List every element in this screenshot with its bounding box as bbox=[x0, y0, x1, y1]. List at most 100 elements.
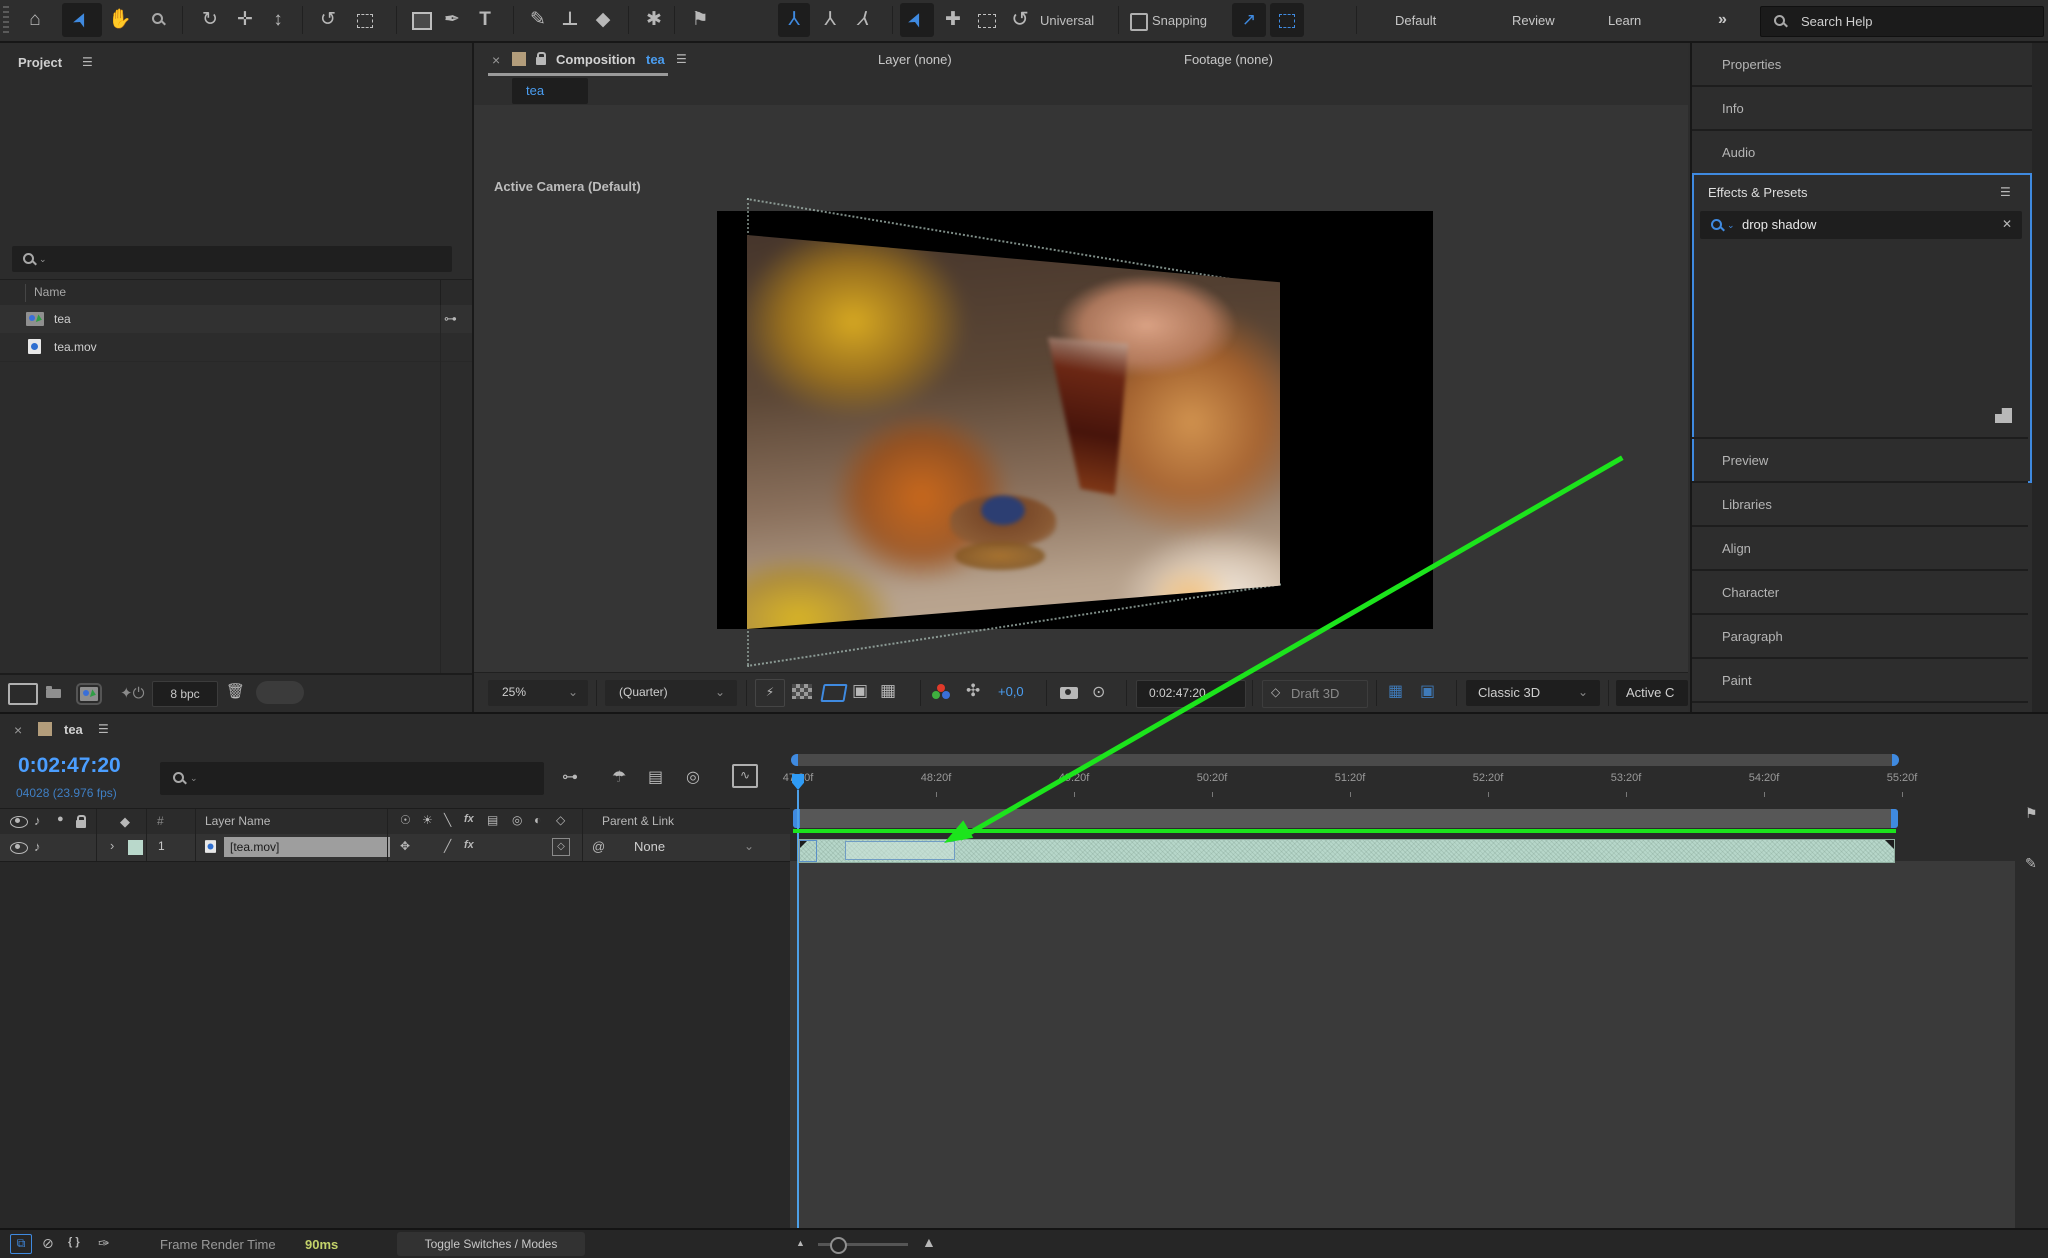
dolly-camera-tool[interactable]: ↕ bbox=[258, 3, 298, 37]
motion-blur-icon[interactable]: ◎ bbox=[686, 767, 700, 787]
time-navigator[interactable] bbox=[791, 754, 1899, 766]
timeline-zoom-out-icon[interactable]: ▲ bbox=[796, 1238, 805, 1248]
snap-bounds-toggle[interactable] bbox=[1270, 3, 1304, 37]
navigator-start-handle[interactable] bbox=[791, 754, 798, 766]
type-tool[interactable]: T bbox=[465, 3, 505, 37]
flowchart-icon[interactable]: ⊶ bbox=[444, 311, 457, 327]
work-area-end-handle[interactable] bbox=[1891, 809, 1898, 828]
frame-blend-column-icon[interactable]: ▤ bbox=[487, 813, 498, 827]
draft-3d-button[interactable]: ◇ Draft 3D bbox=[1262, 680, 1368, 708]
project-search-input[interactable]: ⌄ bbox=[12, 246, 452, 272]
world-axis-mode[interactable]: ⅄ bbox=[814, 3, 846, 37]
tab-paint[interactable]: Paint bbox=[1692, 659, 2028, 703]
fast-previews-button[interactable]: ⚡ bbox=[755, 679, 785, 707]
magnification-select[interactable]: 25% ⌄ bbox=[488, 680, 588, 706]
tab-preview[interactable]: Preview bbox=[1692, 437, 2028, 483]
effects-column-icon[interactable]: ╲ bbox=[444, 813, 451, 827]
eraser-tool[interactable]: ◆ bbox=[583, 3, 623, 37]
layer-audio-toggle[interactable]: ♪ bbox=[34, 839, 41, 854]
unlock-icon[interactable] bbox=[536, 57, 546, 65]
layer-name-column-header[interactable]: Layer Name bbox=[205, 814, 270, 828]
expand-layer-switches-icon[interactable]: ⧉ bbox=[10, 1234, 32, 1254]
time-ruler[interactable]: 47:20f 48:20f 49:20f 50:20f 51:20f 52:20… bbox=[790, 772, 2015, 806]
parent-pickwhip-icon[interactable]: @ bbox=[592, 839, 605, 854]
universal-rotate-tool[interactable]: ↺ bbox=[1003, 3, 1037, 37]
toolbar-grip[interactable] bbox=[3, 6, 9, 34]
local-axis-mode[interactable]: ⅄ bbox=[778, 3, 810, 37]
orbit-tool[interactable]: ↻ bbox=[190, 3, 230, 37]
new-folder-icon[interactable] bbox=[46, 689, 61, 698]
graph-editor-icon[interactable]: ∿ bbox=[732, 764, 758, 788]
frame-blending-icon[interactable]: ▤ bbox=[648, 767, 663, 787]
layer-panel-tab[interactable]: Layer (none) bbox=[878, 52, 952, 67]
region-of-interest-icon[interactable] bbox=[820, 684, 847, 702]
universal-scale-tool[interactable] bbox=[970, 3, 1004, 37]
tab-info[interactable]: Info bbox=[1692, 87, 2032, 131]
comp-tab-label[interactable]: Composition bbox=[556, 52, 635, 67]
video-column-icon[interactable] bbox=[10, 816, 28, 828]
effects-search-clear-icon[interactable]: ✕ bbox=[2002, 217, 2012, 231]
comp-button-icon[interactable]: ✎ bbox=[2025, 855, 2037, 872]
transparency-grid-icon[interactable] bbox=[792, 684, 812, 699]
hand-tool[interactable]: ✋ bbox=[100, 3, 140, 37]
snap-to-feature-toggle[interactable]: ↗ bbox=[1232, 3, 1266, 37]
audio-column-icon[interactable]: ♪ bbox=[34, 813, 41, 828]
puppet-tool[interactable]: ✱ bbox=[634, 3, 674, 37]
comp-mini-flowchart-icon[interactable]: ⊶ bbox=[562, 767, 578, 787]
motion-blur-column-icon[interactable]: ◎ bbox=[512, 813, 522, 827]
comp-tab-name[interactable]: tea bbox=[646, 52, 665, 67]
view-layout-icon[interactable]: ▦ bbox=[1388, 681, 1403, 701]
take-snapshot-icon[interactable] bbox=[1060, 687, 1078, 699]
layer-row[interactable]: ♪ › 1 [tea.mov] ✥ ╱ fx ◇ @ None ⌄ bbox=[0, 834, 790, 862]
workspace-tab-learn[interactable]: Learn bbox=[1608, 13, 1641, 28]
motion-tracker-tool[interactable]: ⚑ bbox=[680, 3, 720, 37]
video-layer[interactable] bbox=[747, 235, 1280, 629]
timeline-zoom-in-icon[interactable]: ▲ bbox=[922, 1234, 936, 1250]
layer-anchor-switch[interactable]: ✥ bbox=[400, 839, 410, 853]
exposure-icon[interactable]: ✣ bbox=[966, 681, 980, 701]
timeline-search-input[interactable]: ⌄ bbox=[160, 762, 544, 795]
home-tool[interactable]: ⌂ bbox=[15, 3, 55, 37]
effects-search-input[interactable]: ⌄ drop shadow ✕ bbox=[1700, 211, 2022, 239]
lock-column-icon[interactable] bbox=[76, 820, 86, 828]
comp-marker-bin-icon[interactable]: ⚑ bbox=[2025, 805, 2038, 822]
layer-expand-icon[interactable]: › bbox=[110, 838, 114, 853]
timeline-tab-close-icon[interactable]: × bbox=[14, 722, 22, 738]
universal-selection-tool[interactable]: ➤ bbox=[900, 3, 934, 37]
effects-panel-menu-icon[interactable]: ☰ bbox=[2000, 185, 2011, 199]
snapping-checkbox[interactable] bbox=[1130, 13, 1148, 34]
workspace-overflow-button[interactable]: » bbox=[1718, 11, 1727, 29]
tab-properties[interactable]: Properties bbox=[1692, 43, 2032, 87]
workspace-tab-review[interactable]: Review bbox=[1512, 13, 1555, 28]
in-out-duration-icon[interactable]: { } bbox=[68, 1236, 80, 1248]
zoom-tool[interactable] bbox=[138, 3, 178, 37]
trash-icon[interactable]: 🗑 bbox=[226, 682, 245, 700]
label-column-icon[interactable]: ◆ bbox=[120, 814, 130, 830]
bit-depth-button[interactable]: 8 bpc bbox=[152, 681, 218, 707]
tab-audio[interactable]: Audio bbox=[1692, 131, 2032, 173]
new-composition-icon[interactable] bbox=[80, 687, 98, 701]
quality-column-icon[interactable]: ☀ bbox=[422, 813, 433, 827]
fx-column-icon[interactable]: fx bbox=[464, 813, 474, 825]
layer-fx-switch[interactable]: fx bbox=[464, 839, 474, 851]
layer-3d-switch[interactable]: ◇ bbox=[552, 838, 570, 856]
timeline-draft3d-icon[interactable]: ☂ bbox=[612, 767, 626, 787]
universal-move-tool[interactable]: ✚ bbox=[936, 3, 970, 37]
tab-character[interactable]: Character bbox=[1692, 571, 2028, 615]
rotate-tool[interactable]: ↺ bbox=[308, 3, 348, 37]
timeline-zoom-slider-track[interactable] bbox=[818, 1243, 908, 1246]
timeline-tab-label[interactable]: tea bbox=[64, 722, 83, 737]
number-column-header[interactable]: # bbox=[157, 814, 164, 828]
effects-panel-title[interactable]: Effects & Presets bbox=[1708, 185, 1807, 200]
footage-panel-tab[interactable]: Footage (none) bbox=[1184, 52, 1273, 67]
show-snapshot-icon[interactable]: ⊙ bbox=[1092, 682, 1105, 702]
mask-visibility-icon[interactable]: ▣ bbox=[852, 681, 868, 701]
project-name-column[interactable]: Name bbox=[34, 285, 66, 299]
comp-panel-menu-icon[interactable]: ☰ bbox=[676, 52, 687, 66]
tab-paragraph[interactable]: Paragraph bbox=[1692, 615, 2028, 659]
camera-region-tool[interactable] bbox=[345, 3, 385, 37]
channel-icon[interactable] bbox=[932, 684, 950, 700]
resolution-select[interactable]: (Quarter) ⌄ bbox=[605, 680, 737, 706]
view-camera-select[interactable]: Active C bbox=[1616, 680, 1688, 706]
timeline-zoom-slider-knob[interactable] bbox=[830, 1237, 847, 1254]
